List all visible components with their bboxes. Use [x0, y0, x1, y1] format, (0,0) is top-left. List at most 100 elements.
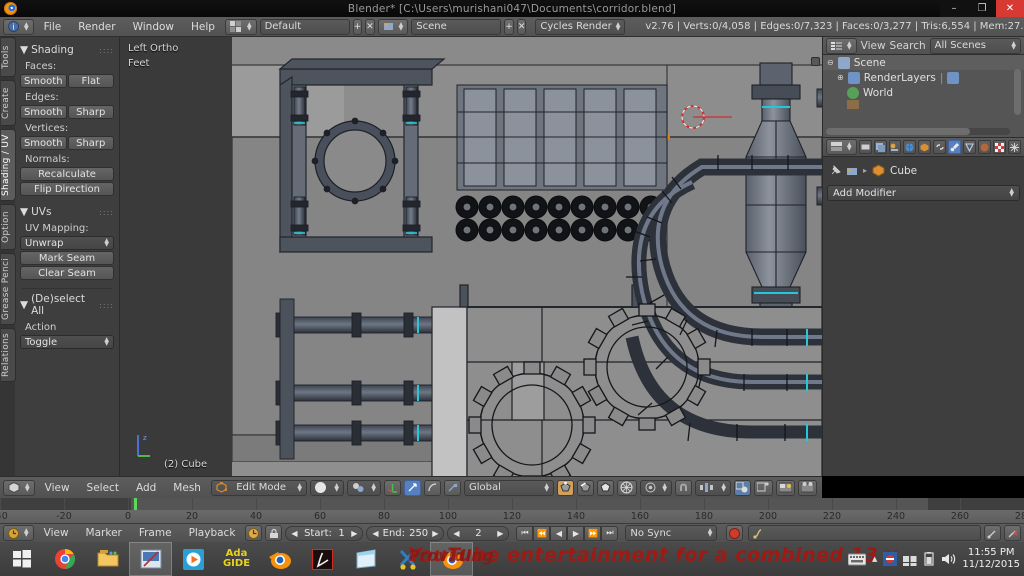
- current-frame-field[interactable]: ◀ 2 ▶: [447, 526, 509, 541]
- properties-tab-scene[interactable]: [889, 140, 902, 154]
- menu-file[interactable]: File: [37, 17, 69, 37]
- keying-set-field[interactable]: [748, 525, 981, 541]
- taskbar-blender-1[interactable]: [258, 542, 301, 576]
- outliner-menu-search[interactable]: Search: [890, 40, 926, 52]
- taskbar-editor[interactable]: [129, 542, 172, 576]
- faces-smooth-button[interactable]: Smooth: [20, 74, 67, 88]
- view3d-menu-add[interactable]: Add: [129, 478, 163, 498]
- deselect-all-panel-header[interactable]: ▼ (De)select All ::::: [20, 293, 114, 317]
- properties-tab-render[interactable]: [859, 140, 872, 154]
- screen-layout-dropdown[interactable]: Default: [260, 19, 350, 35]
- action-dropdown[interactable]: Toggle ▲▼: [20, 335, 114, 349]
- mesh-display-overlay-button[interactable]: [617, 480, 637, 496]
- vertex-select-button[interactable]: [557, 480, 574, 496]
- collapse-icon[interactable]: ⊖: [827, 58, 834, 67]
- use-preview-range-button[interactable]: [245, 525, 262, 541]
- edges-smooth-button[interactable]: Smooth: [20, 105, 67, 119]
- 3d-viewport[interactable]: Left Ortho Feet (2) Cube z: [120, 37, 822, 476]
- timeline-menu-frame[interactable]: Frame: [132, 524, 179, 542]
- scene-dropdown[interactable]: Scene: [411, 19, 501, 35]
- faces-flat-button[interactable]: Flat: [68, 74, 115, 88]
- tab-relations[interactable]: Relations: [1, 328, 16, 382]
- outliner-editor-type-button[interactable]: ▲▼: [826, 38, 857, 54]
- outliner-row-partial[interactable]: [823, 100, 1024, 109]
- maximize-button[interactable]: ❐: [968, 0, 996, 17]
- volume-icon[interactable]: [941, 552, 956, 566]
- minimize-button[interactable]: –: [940, 0, 968, 17]
- outliner-row-world[interactable]: World: [823, 85, 1024, 100]
- properties-tab-texture[interactable]: [993, 140, 1006, 154]
- pivot-center-button[interactable]: [754, 480, 773, 496]
- network-icon[interactable]: [903, 553, 917, 566]
- manipulator-scale-button[interactable]: [444, 480, 461, 496]
- snap-element-dropdown[interactable]: ▲▼: [695, 480, 731, 496]
- view3d-menu-mesh[interactable]: Mesh: [166, 478, 208, 498]
- timeline-menu-marker[interactable]: Marker: [79, 524, 129, 542]
- view3d-menu-view[interactable]: View: [38, 478, 77, 498]
- add-screen-button[interactable]: +: [353, 19, 363, 35]
- properties-tab-material[interactable]: [978, 140, 991, 154]
- menu-render[interactable]: Render: [71, 17, 122, 37]
- screen-layout-icon-button[interactable]: ▲▼: [225, 19, 257, 35]
- timeline-menu-view[interactable]: View: [37, 524, 76, 542]
- expand-icon[interactable]: ⊕: [837, 73, 844, 82]
- uvs-panel-header[interactable]: ▼ UVs ::::: [20, 206, 114, 218]
- menu-help[interactable]: Help: [184, 17, 222, 37]
- properties-tab-data[interactable]: [963, 140, 976, 154]
- outliner-tree[interactable]: ⊖ Scene ⊕ RenderLayers | World: [823, 55, 1024, 137]
- add-keyingset-button[interactable]: [984, 525, 1001, 541]
- pivot-point-dropdown[interactable]: ▲▼: [347, 480, 381, 496]
- taskbar-clock[interactable]: 11:55 PM 11/12/2015: [962, 547, 1020, 571]
- timeline-editor-type-button[interactable]: ▲▼: [3, 525, 34, 541]
- view3d-editor-type-button[interactable]: ▲▼: [3, 480, 35, 496]
- view3d-menu-select[interactable]: Select: [80, 478, 126, 498]
- flip-direction-button[interactable]: Flip Direction: [20, 182, 114, 196]
- taskbar-chrome[interactable]: [43, 542, 86, 576]
- viewport-properties-toggle[interactable]: [811, 57, 820, 66]
- properties-editor-type-button[interactable]: ▲▼: [826, 139, 857, 155]
- timeline-ruler[interactable]: -40-200204060801001201401601802002202402…: [0, 510, 1024, 524]
- snap-toggle-button[interactable]: [675, 480, 692, 496]
- lock-frame-button[interactable]: [265, 525, 282, 541]
- scene-icon[interactable]: [846, 165, 858, 177]
- properties-tab-object[interactable]: [918, 140, 931, 154]
- edge-select-button[interactable]: [577, 480, 594, 496]
- occlude-geometry-button[interactable]: [734, 480, 751, 496]
- delete-screen-button[interactable]: ✕: [365, 19, 375, 35]
- manipulator-translate-button[interactable]: [404, 480, 421, 496]
- transform-orientation-dropdown[interactable]: Global ▲▼: [464, 480, 554, 496]
- properties-tab-constraints[interactable]: [933, 140, 946, 154]
- start-button[interactable]: [0, 542, 43, 576]
- info-editor-type-button[interactable]: i ▲▼: [3, 19, 34, 35]
- step-forward-button[interactable]: ⏩: [584, 526, 601, 541]
- end-frame-field[interactable]: ◀ End: 250 ▶: [366, 526, 444, 541]
- manipulator-rotate-button[interactable]: [424, 480, 441, 496]
- render-engine-dropdown[interactable]: Cycles Render ▲▼: [535, 19, 625, 35]
- timeline-menu-playback[interactable]: Playback: [182, 524, 243, 542]
- taskbar-file-explorer[interactable]: [86, 542, 129, 576]
- viewport-shading-dropdown[interactable]: ▲▼: [310, 480, 344, 496]
- play-reverse-button[interactable]: ⏪: [533, 526, 550, 541]
- properties-tab-world[interactable]: [903, 140, 916, 154]
- add-scene-button[interactable]: +: [504, 19, 514, 35]
- taskbar-acrobat[interactable]: [301, 542, 344, 576]
- taskbar-snipping-tool[interactable]: [387, 542, 430, 576]
- taskbar-onenote[interactable]: [344, 542, 387, 576]
- face-select-button[interactable]: [597, 480, 614, 496]
- recalculate-button[interactable]: Recalculate: [20, 167, 114, 181]
- vertices-sharp-button[interactable]: Sharp: [68, 136, 115, 150]
- manipulator-toggle-button[interactable]: [384, 480, 401, 496]
- keyboard-icon[interactable]: [848, 553, 866, 566]
- jump-to-start-button[interactable]: ⏮: [516, 526, 533, 541]
- timeline-frame-strip[interactable]: [0, 498, 1024, 510]
- scene-icon-button[interactable]: ▲▼: [378, 19, 409, 35]
- shading-panel-header[interactable]: ▼ Shading ::::: [20, 44, 114, 56]
- tab-shading-uv[interactable]: Shading / UV: [1, 129, 16, 201]
- outliner-menu-view[interactable]: View: [861, 40, 886, 52]
- menu-window[interactable]: Window: [126, 17, 181, 37]
- auto-keyframe-button[interactable]: [726, 525, 743, 541]
- outliner-scope-dropdown[interactable]: All Scenes ▲▼: [930, 38, 1021, 54]
- antivirus-icon[interactable]: [883, 552, 897, 566]
- uv-mapping-dropdown[interactable]: Unwrap ▲▼: [20, 236, 114, 250]
- render-button[interactable]: [776, 480, 795, 496]
